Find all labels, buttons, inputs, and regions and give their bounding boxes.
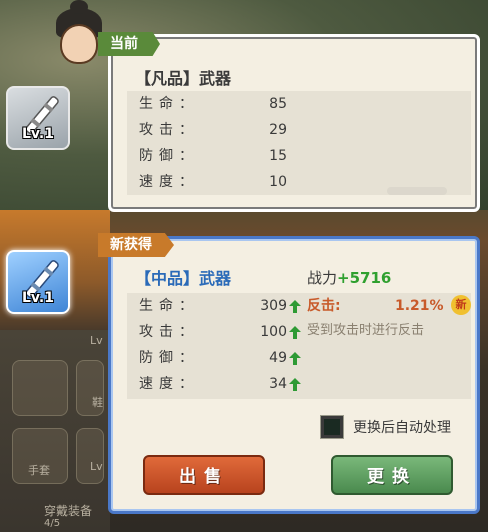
new-item-slot[interactable]: Lv.1 bbox=[6, 250, 70, 314]
stat-row-hp: 生命： 309 反击: 1.21% 新 bbox=[127, 293, 471, 319]
up-arrow-icon bbox=[289, 326, 301, 339]
slot-level-stub: Lv bbox=[90, 334, 103, 347]
swap-button[interactable]: 更换 bbox=[331, 455, 453, 495]
current-stats: 生命： 85 攻击： 29 防御： 15 速度： 10 bbox=[127, 91, 471, 195]
inventory-slot bbox=[12, 360, 68, 416]
current-item-name: 【凡品】武器 bbox=[135, 69, 232, 88]
auto-process-label: 更换后自动处理 bbox=[353, 420, 451, 436]
power-change: 战力+5716 bbox=[307, 267, 391, 288]
new-badge: 新 bbox=[451, 295, 471, 315]
slot-label-gloves: 手套 bbox=[28, 464, 50, 477]
skill-value: 1.21% bbox=[395, 298, 444, 314]
skill-name: 反击: bbox=[307, 298, 341, 314]
up-arrow-icon bbox=[289, 300, 301, 313]
auto-process-checkbox[interactable] bbox=[320, 415, 344, 439]
slot-level-stub: Lv bbox=[90, 460, 103, 473]
equip-hint-text: 穿戴装备 bbox=[44, 504, 93, 518]
stat-row-defense: 防御： 49 bbox=[127, 345, 471, 371]
power-delta: +5716 bbox=[337, 269, 392, 287]
auto-process-option[interactable]: 更换后自动处理 bbox=[320, 415, 451, 439]
new-stats: 生命： 309 反击: 1.21% 新 攻击： 100 受到攻击时进行反击 防御… bbox=[127, 293, 471, 399]
up-arrow-icon bbox=[289, 352, 301, 365]
power-label: 战力 bbox=[307, 269, 338, 287]
item-level: Lv.1 bbox=[22, 290, 54, 306]
slot-label-shoes: 鞋 bbox=[92, 396, 103, 409]
sell-button[interactable]: 出售 bbox=[143, 455, 265, 495]
skill-description: 受到攻击时进行反击 bbox=[307, 323, 425, 338]
stat-row-defense: 防御： 15 bbox=[139, 148, 287, 164]
current-tag: 当前 bbox=[98, 32, 160, 56]
current-item-panel: 【凡品】武器 生命： 85 攻击： 29 防御： 15 速度： 10 bbox=[108, 34, 480, 212]
new-item-name: 【中品】武器 bbox=[135, 269, 232, 288]
item-level: Lv.1 bbox=[22, 126, 54, 142]
stat-row-attack: 攻击： 29 bbox=[139, 122, 287, 138]
up-arrow-icon bbox=[289, 378, 301, 391]
equip-count: 4/5 bbox=[44, 518, 61, 529]
stat-row-speed: 速度： 10 bbox=[139, 174, 287, 190]
new-item-panel: 【中品】武器 战力+5716 生命： 309 反击: 1.21% 新 攻击： 1… bbox=[108, 236, 480, 514]
inventory-slot bbox=[76, 428, 104, 484]
stat-row-hp: 生命： 85 bbox=[139, 96, 287, 112]
new-tag: 新获得 bbox=[98, 233, 174, 257]
stat-row-speed: 速度： 34 bbox=[127, 371, 471, 397]
current-item-slot[interactable]: Lv.1 bbox=[6, 86, 70, 150]
